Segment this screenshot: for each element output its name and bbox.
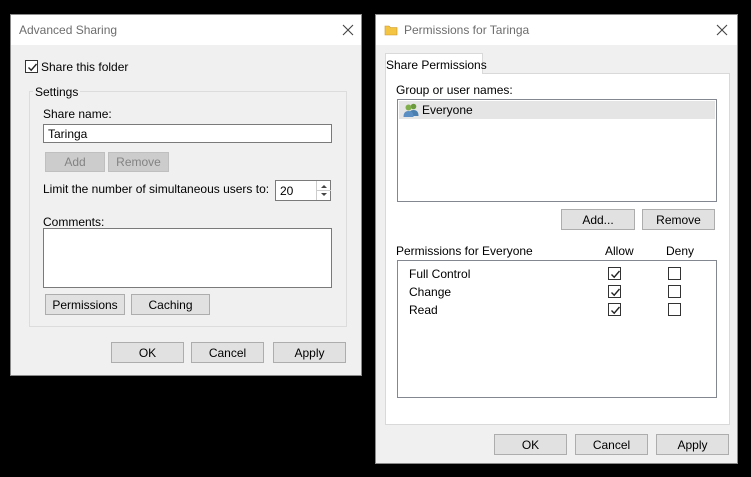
permission-name: Read (409, 303, 438, 317)
deny-checkbox[interactable] (668, 285, 681, 298)
advanced-sharing-titlebar: Advanced Sharing (11, 15, 361, 45)
spinner-arrows-icon (317, 185, 331, 196)
limit-users-spinner[interactable] (316, 181, 331, 200)
ok-button[interactable]: OK (111, 342, 184, 363)
comments-textarea[interactable] (43, 228, 332, 288)
permissions-dialog: Permissions for Taringa Share Permission… (375, 14, 738, 464)
apply-button[interactable]: Apply (656, 434, 729, 455)
remove-user-button[interactable]: Remove (642, 209, 715, 230)
add-share-button[interactable]: Add (45, 152, 105, 172)
advanced-sharing-dialog: Advanced Sharing Share this folder Setti… (10, 14, 362, 376)
folder-icon (384, 23, 398, 37)
permission-name: Change (409, 285, 452, 299)
close-icon[interactable] (337, 19, 359, 41)
cancel-button[interactable]: Cancel (575, 434, 648, 455)
table-row: Full Control (398, 265, 716, 283)
settings-group-label: Settings (33, 85, 81, 99)
apply-button[interactable]: Apply (273, 342, 346, 363)
group-names-label: Group or user names: (396, 83, 513, 97)
share-folder-label: Share this folder (41, 60, 129, 74)
deny-checkbox[interactable] (668, 267, 681, 280)
ok-button[interactable]: OK (494, 434, 567, 455)
permissions-header-label: Permissions for Everyone (396, 244, 533, 258)
permissions-button[interactable]: Permissions (45, 294, 125, 315)
remove-share-button[interactable]: Remove (108, 152, 169, 172)
allow-header: Allow (605, 244, 634, 258)
add-user-button[interactable]: Add... (561, 209, 635, 230)
list-item-label: Everyone (422, 103, 473, 117)
share-folder-checkbox[interactable] (25, 60, 38, 73)
permissions-title: Permissions for Taringa (404, 23, 530, 37)
comments-label: Comments: (43, 215, 105, 229)
limit-users-label: Limit the number of simultaneous users t… (43, 182, 270, 196)
allow-checkbox[interactable] (608, 285, 621, 298)
caching-button[interactable]: Caching (131, 294, 210, 315)
share-name-label: Share name: (43, 107, 112, 121)
advanced-sharing-title: Advanced Sharing (19, 23, 118, 37)
permissions-list: Full Control Change Read (397, 260, 717, 398)
group-names-list[interactable]: Everyone (397, 99, 717, 202)
tab-share-permissions-label: Share Permissions (386, 58, 487, 72)
table-row: Change (398, 283, 716, 301)
deny-header: Deny (666, 244, 695, 258)
list-item[interactable]: Everyone (399, 101, 715, 119)
close-icon[interactable] (711, 19, 733, 41)
table-row: Read (398, 301, 716, 319)
permission-name: Full Control (409, 267, 471, 281)
allow-checkbox[interactable] (608, 303, 621, 316)
deny-checkbox[interactable] (668, 303, 681, 316)
tab-share-permissions[interactable]: Share Permissions (385, 53, 487, 74)
cancel-button[interactable]: Cancel (191, 342, 264, 363)
allow-checkbox[interactable] (608, 267, 621, 280)
users-icon (403, 102, 419, 118)
permissions-titlebar: Permissions for Taringa (376, 15, 737, 45)
share-name-input[interactable] (43, 124, 332, 143)
